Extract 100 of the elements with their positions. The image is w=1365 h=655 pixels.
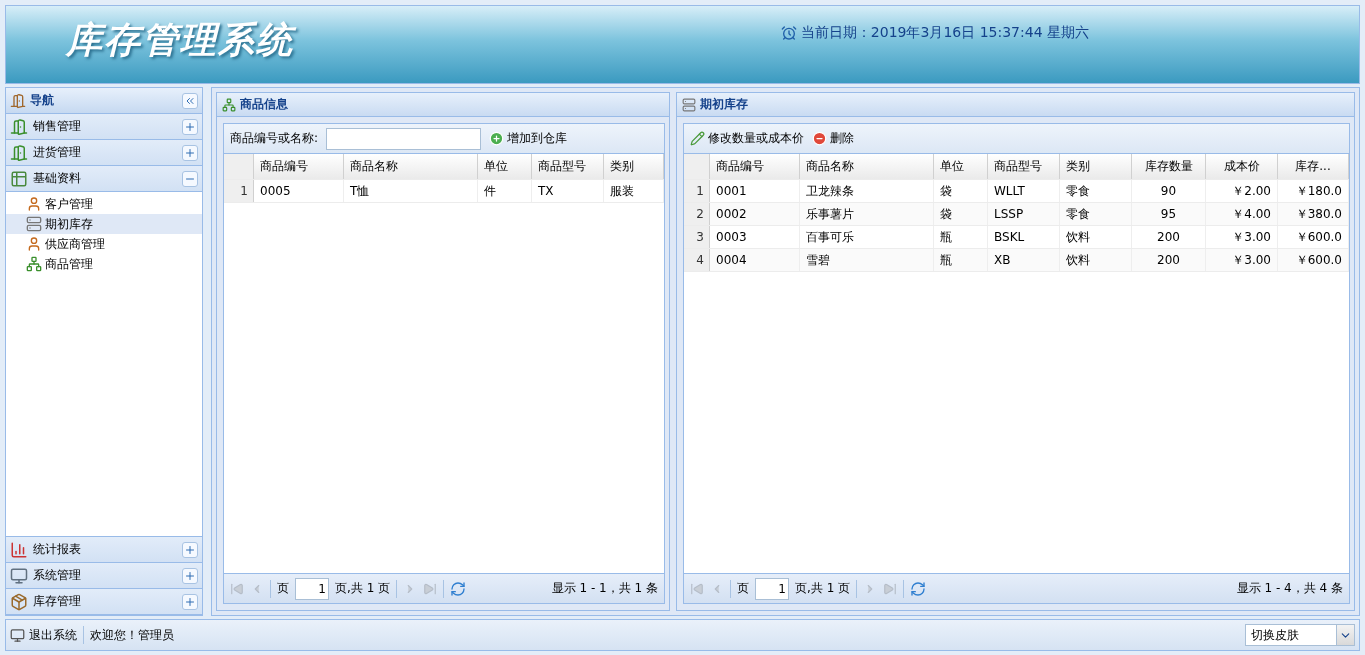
toggle-button[interactable]	[182, 567, 198, 584]
record-summary: 显示 1 - 1，共 1 条	[551, 580, 658, 597]
column-header[interactable]: 成本价	[1206, 154, 1278, 179]
toolbar-button[interactable]: 修改数量或成本价	[690, 130, 804, 147]
column-header[interactable]: 类别	[1060, 154, 1132, 179]
table-cell: ￥600.0	[1278, 226, 1349, 248]
table-cell: 200	[1132, 249, 1206, 271]
plus-icon	[184, 569, 196, 582]
table-cell: 乐事薯片	[800, 203, 934, 225]
plus-icon	[184, 543, 196, 556]
hierarchy-icon	[222, 97, 236, 112]
accordion-header[interactable]: 基础资料	[6, 166, 202, 192]
page-number-field[interactable]: 1	[295, 577, 329, 600]
computer-icon	[10, 627, 25, 643]
panel-title: 期初库存	[700, 96, 749, 113]
panel-title: 商品信息	[240, 96, 289, 113]
table-cell: WLLT	[988, 180, 1060, 202]
box-icon	[10, 592, 28, 611]
remove-icon	[812, 131, 827, 146]
bar-chart-icon	[10, 540, 28, 559]
toolbar-button[interactable]: 增加到仓库	[489, 130, 568, 147]
table-cell: BSKL	[988, 226, 1060, 248]
search-field[interactable]	[326, 127, 482, 150]
toggle-button[interactable]	[182, 593, 198, 610]
column-header[interactable]: 单位	[934, 154, 988, 179]
column-header[interactable]: 商品编号	[254, 154, 344, 179]
table-cell: ￥600.0	[1278, 249, 1349, 271]
column-header[interactable]: 单位	[478, 154, 532, 179]
skin-select[interactable]: 切换皮肤	[1245, 624, 1355, 646]
table-cell: ￥380.0	[1278, 203, 1349, 225]
accordion-header[interactable]: 系统管理	[6, 563, 202, 589]
section-label: 基础资料	[33, 170, 82, 187]
plus-icon	[184, 120, 196, 133]
server-icon	[26, 216, 42, 232]
plus-icon	[184, 595, 196, 608]
table-cell: ￥3.00	[1206, 249, 1278, 271]
column-header[interactable]: 商品名称	[344, 154, 478, 179]
add-icon	[489, 131, 505, 146]
accordion-header[interactable]: 统计报表	[6, 537, 202, 563]
table-cell: 零食	[1060, 180, 1132, 202]
person-icon	[26, 236, 42, 252]
person-icon	[26, 196, 42, 212]
door-icon	[10, 117, 28, 136]
column-header[interactable]: 商品型号	[988, 154, 1060, 179]
accordion-header[interactable]: 库存管理	[6, 589, 202, 615]
table-cell: 瓶	[934, 226, 988, 248]
clock-icon	[780, 25, 797, 41]
column-header[interactable]: 商品型号	[532, 154, 604, 179]
logout-link[interactable]: 退出系统	[10, 626, 77, 644]
table-cell: TX	[532, 180, 604, 202]
refresh-icon[interactable]	[450, 580, 467, 597]
pencil-icon	[690, 131, 705, 146]
refresh-icon[interactable]	[910, 580, 927, 597]
table-cell: 袋	[934, 180, 988, 202]
page-total: 页,共 1 页	[795, 580, 851, 597]
table-cell: 95	[1132, 203, 1206, 225]
plus-icon	[184, 146, 196, 159]
column-header[interactable]: 类别	[604, 154, 664, 179]
page-total: 页,共 1 页	[335, 580, 391, 597]
table-cell: XB	[988, 249, 1060, 271]
table-cell: ￥180.0	[1278, 180, 1349, 202]
table-cell: 袋	[934, 203, 988, 225]
table-cell: 服装	[604, 180, 664, 202]
sidebar-title: 导航	[30, 92, 55, 109]
hierarchy-icon	[26, 256, 42, 272]
collapse-button[interactable]	[182, 92, 198, 109]
table-cell: ￥2.00	[1206, 180, 1278, 202]
page-number-field[interactable]: 1	[755, 577, 789, 600]
table-cell: 饮料	[1060, 226, 1132, 248]
toolbar-button[interactable]: 删除	[812, 130, 854, 147]
table-cell: 饮料	[1060, 249, 1132, 271]
page-label: 页	[737, 580, 749, 597]
section-label: 销售管理	[33, 118, 82, 135]
section-label: 系统管理	[33, 567, 82, 584]
accordion-header[interactable]: 进货管理	[6, 140, 202, 166]
welcome-text: 欢迎您！管理员	[90, 626, 174, 644]
toggle-button[interactable]	[182, 144, 198, 161]
table-cell: 0003	[710, 226, 800, 248]
table-cell: 200	[1132, 226, 1206, 248]
toggle-button[interactable]	[182, 118, 198, 135]
table-cell: 瓶	[934, 249, 988, 271]
toggle-button[interactable]	[182, 170, 198, 187]
column-header[interactable]: 商品编号	[710, 154, 800, 179]
table-cell: ￥4.00	[1206, 203, 1278, 225]
search-label: 商品编号或名称:	[230, 130, 319, 147]
table-cell: 百事可乐	[800, 226, 934, 248]
door-icon	[10, 143, 28, 162]
current-date: 当前日期：2019年3月16日 15:37:44 星期六	[800, 24, 1089, 42]
column-header[interactable]: 库存数量	[1132, 154, 1206, 179]
table-cell: 0004	[710, 249, 800, 271]
table-cell: T恤	[344, 180, 478, 202]
row-number: 4	[684, 249, 710, 271]
table-icon	[10, 169, 28, 188]
toggle-button[interactable]	[182, 541, 198, 558]
accordion-header[interactable]: 销售管理	[6, 114, 202, 140]
section-label: 库存管理	[33, 593, 82, 610]
tree-item[interactable]: 期初库存	[6, 214, 202, 234]
column-header[interactable]: 库存...	[1278, 154, 1349, 179]
server-icon	[682, 97, 696, 112]
column-header[interactable]: 商品名称	[800, 154, 934, 179]
